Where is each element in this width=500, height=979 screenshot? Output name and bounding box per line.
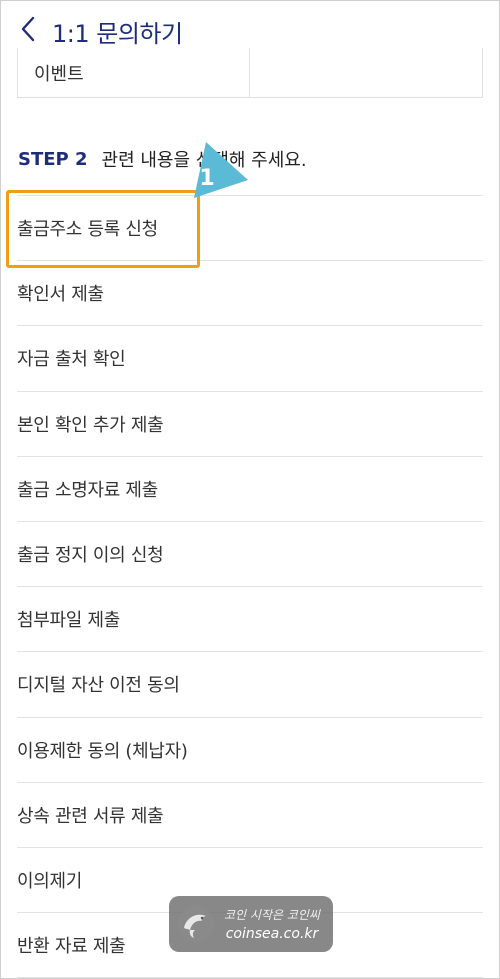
list-item-withdrawal-explanation[interactable]: 출금 소명자료 제출 — [17, 457, 483, 522]
list-item-withdrawal-suspension-appeal[interactable]: 출금 정지 이의 신청 — [17, 522, 483, 588]
category-option-empty — [250, 48, 482, 98]
step-label: STEP 2 — [18, 148, 88, 170]
step-header: STEP 2 관련 내용을 선택해 주세요. — [18, 145, 307, 173]
list-item-confirmation-doc[interactable]: 확인서 제출 — [17, 261, 483, 327]
highlight-box — [6, 190, 200, 268]
chevron-left-icon — [21, 16, 35, 42]
category-grid-row: 이벤트 — [17, 48, 483, 98]
list-item-digital-asset-transfer[interactable]: 디지털 자산 이전 동의 — [17, 652, 483, 718]
list-item-identity-additional[interactable]: 본인 확인 추가 제출 — [17, 392, 483, 457]
watermark-url: coinsea.co.kr — [225, 926, 319, 942]
callout-number: 1 — [199, 166, 215, 191]
watermark-slogan: 코인 시작은 코인씨 — [224, 908, 320, 922]
page-title: 1:1 문의하기 — [52, 20, 183, 48]
list-item-inheritance-docs[interactable]: 상속 관련 서류 제출 — [17, 783, 483, 848]
list-item-usage-restriction[interactable]: 이용제한 동의 (체납자) — [17, 718, 483, 783]
list-item-attachment[interactable]: 첨부파일 제출 — [17, 587, 483, 653]
back-button[interactable] — [14, 14, 42, 44]
inquiry-type-list: 출금주소 등록 신청 확인서 제출 자금 출처 확인 본인 확인 추가 제출 출… — [17, 195, 483, 979]
dolphin-icon — [178, 906, 214, 942]
list-item-fund-source[interactable]: 자금 출처 확인 — [17, 326, 483, 392]
category-option-event[interactable]: 이벤트 — [18, 48, 250, 98]
watermark: 코인 시작은 코인씨 coinsea.co.kr — [169, 896, 333, 952]
